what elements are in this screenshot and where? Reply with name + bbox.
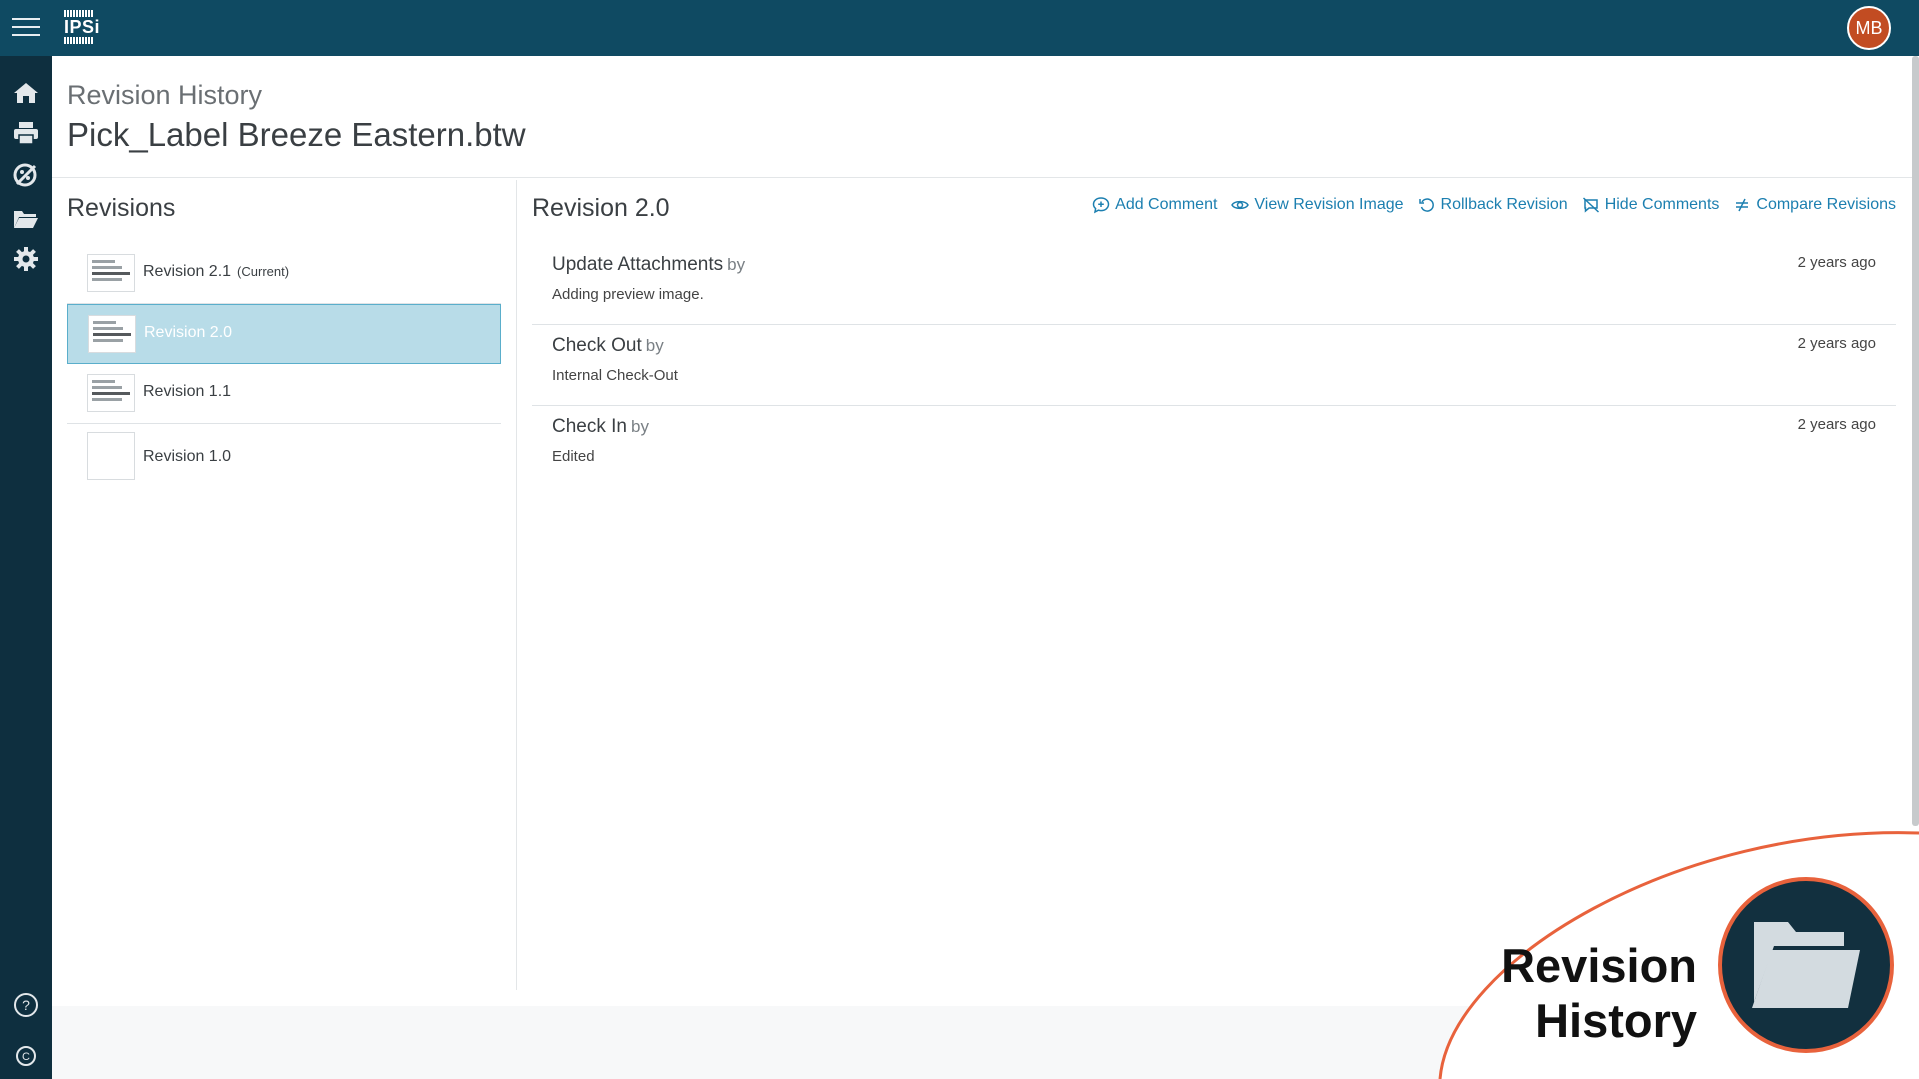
- view-revision-image-button[interactable]: View Revision Image: [1231, 196, 1404, 214]
- event-description: Adding preview image.: [552, 286, 704, 303]
- revision-title: Revision 2.0: [532, 194, 670, 222]
- comment-off-icon: [1582, 197, 1599, 213]
- scrollbar[interactable]: [1912, 56, 1919, 826]
- revisions-list: Revision 2.1 (Current) Revision 2.0 Revis…: [67, 244, 501, 490]
- event-time: 2 years ago: [1797, 254, 1876, 271]
- revision-item[interactable]: Revision 1.1: [67, 364, 501, 424]
- rollback-revision-label: Rollback Revision: [1440, 196, 1568, 213]
- event-title: Update Attachments by: [552, 254, 745, 276]
- svg-text:?: ?: [22, 997, 30, 1013]
- svg-text:C: C: [22, 1051, 30, 1063]
- compare-revisions-label: Compare Revisions: [1756, 196, 1896, 213]
- event-title: Check In by: [552, 416, 649, 438]
- top-bar: IPSi MB: [0, 0, 1919, 56]
- current-tag: (Current): [237, 264, 290, 279]
- badge-line-1: Revision: [1501, 939, 1697, 992]
- event-description: Internal Check-Out: [552, 367, 678, 384]
- revision-label: Revision 2.0: [144, 324, 233, 341]
- event-description: Edited: [552, 448, 595, 465]
- revision-actions: Add Comment View Revision Image Rollback…: [1092, 196, 1896, 214]
- gear-icon[interactable]: [11, 244, 41, 274]
- page-header: Revision History Pick_Label Breeze Easte…: [52, 56, 1912, 178]
- user-avatar[interactable]: MB: [1847, 6, 1891, 50]
- event-row: Check In by Edited 2 years ago: [532, 406, 1896, 487]
- event-row: Update Attachments by Adding preview imag…: [532, 244, 1896, 325]
- logo-text: IPSi: [64, 17, 101, 37]
- badge-line-2: History: [1535, 994, 1697, 1047]
- event-time: 2 years ago: [1797, 416, 1876, 433]
- event-time: 2 years ago: [1797, 335, 1876, 352]
- revisions-panel: Revisions Revision 2.1 (Current) Revision…: [52, 180, 517, 990]
- compare-revisions-button[interactable]: Compare Revisions: [1733, 196, 1896, 214]
- add-comment-label: Add Comment: [1115, 196, 1218, 213]
- rollback-revision-button[interactable]: Rollback Revision: [1418, 196, 1568, 214]
- page-subtitle: Revision History: [67, 80, 263, 110]
- revision-thumbnail: [88, 315, 136, 353]
- add-comment-button[interactable]: Add Comment: [1092, 196, 1217, 214]
- revision-label: Revision 1.1: [143, 383, 232, 400]
- revision-item[interactable]: Revision 1.0: [67, 424, 501, 490]
- revision-label: Revision 2.1 (Current): [143, 263, 289, 281]
- not-equal-icon: [1736, 198, 1749, 212]
- hide-comments-label: Hide Comments: [1604, 196, 1720, 213]
- revision-item-selected[interactable]: Revision 2.0: [67, 304, 501, 364]
- event-by: by: [727, 255, 746, 274]
- revisions-heading: Revisions: [67, 194, 176, 222]
- revision-label: Revision 1.0: [143, 448, 232, 465]
- revision-item[interactable]: Revision 2.1 (Current): [67, 244, 501, 304]
- printer-icon[interactable]: [11, 118, 41, 148]
- hide-comments-button[interactable]: Hide Comments: [1582, 196, 1720, 214]
- folder-icon: [1752, 922, 1860, 1008]
- copyright-icon[interactable]: C: [11, 1041, 41, 1071]
- event-row: Check Out by Internal Check-Out 2 years a…: [532, 325, 1896, 406]
- menu-icon[interactable]: [12, 12, 42, 42]
- left-sidebar: ? C: [0, 56, 52, 1079]
- revision-thumbnail-empty: [87, 432, 135, 480]
- comment-plus-icon: [1092, 197, 1110, 214]
- rollback-icon: [1418, 198, 1434, 212]
- revision-thumbnail: [87, 374, 135, 412]
- event-by: by: [630, 417, 649, 436]
- event-title: Check Out by: [552, 335, 664, 357]
- revision-thumbnail: [87, 254, 135, 292]
- design-icon[interactable]: [11, 160, 41, 190]
- revision-events: Update Attachments by Adding preview imag…: [532, 244, 1896, 487]
- badge-title: Revision History: [1501, 938, 1697, 1048]
- page-title: Pick_Label Breeze Eastern.btw: [67, 116, 526, 153]
- help-icon[interactable]: ?: [11, 990, 41, 1020]
- ipsi-logo[interactable]: IPSi: [64, 10, 104, 46]
- revision-name: Revision 2.1: [143, 263, 232, 280]
- folder-icon[interactable]: [11, 204, 41, 234]
- event-action: Check Out: [552, 335, 642, 356]
- revision-history-badge: Revision History: [1400, 830, 1919, 1079]
- view-revision-image-label: View Revision Image: [1254, 196, 1404, 213]
- event-by: by: [645, 336, 664, 355]
- event-action: Update Attachments: [552, 254, 724, 275]
- event-action: Check In: [552, 416, 627, 437]
- home-icon[interactable]: [11, 78, 41, 108]
- eye-icon: [1231, 200, 1250, 210]
